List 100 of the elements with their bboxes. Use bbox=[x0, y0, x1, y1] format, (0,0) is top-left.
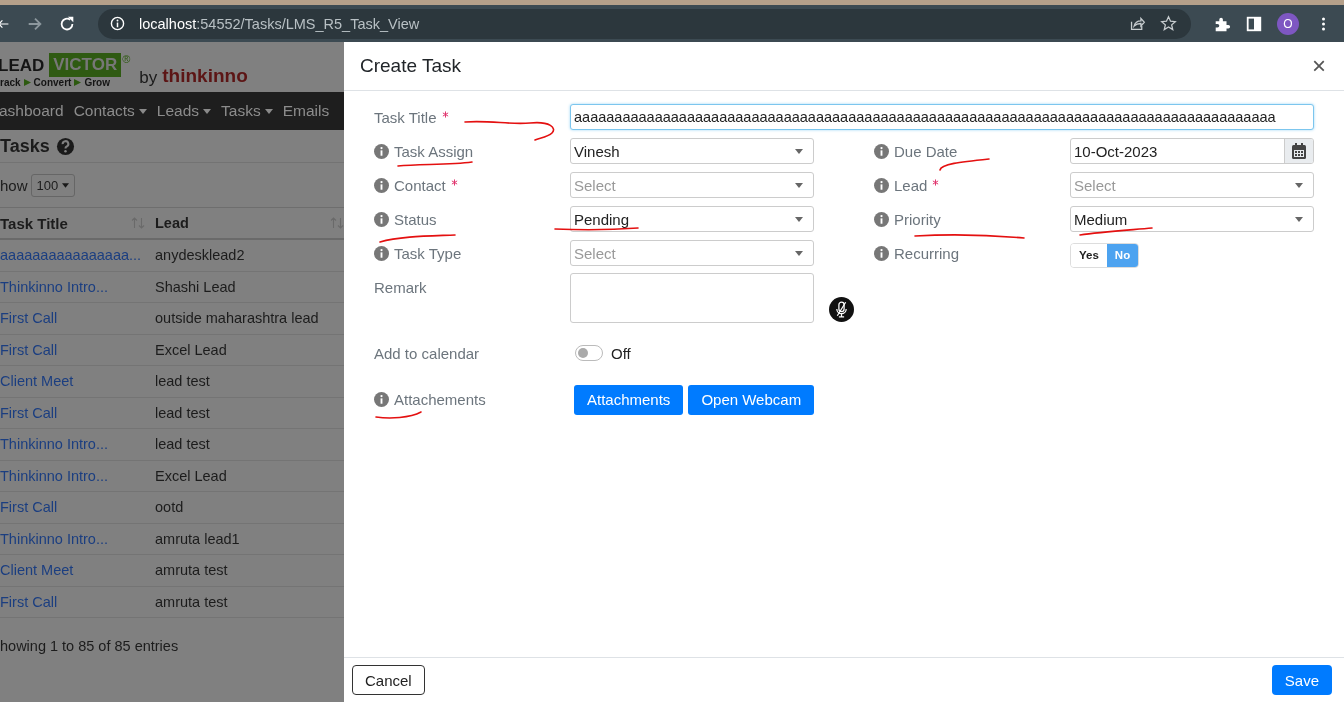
caret-icon bbox=[795, 148, 803, 154]
registered-mark: ® bbox=[122, 53, 131, 65]
brand-name: thinkinno bbox=[162, 65, 248, 87]
task-title-link[interactable]: aaaaaaaaaaaaaaaa... bbox=[0, 247, 142, 264]
table-cell: outside maharashtra lead bbox=[155, 310, 319, 327]
field-label: Lead bbox=[894, 176, 928, 194]
task-title-input[interactable]: aaaaaaaaaaaaaaaaaaaaaaaaaaaaaaaaaaaaaaaaaaaaaaaaaaaaaaaaaaaaaaaaaaaaaaaaaaaaaaaaaaaaaaa bbox=[570, 104, 1314, 130]
calendar-icon[interactable] bbox=[1292, 143, 1306, 159]
entries-info: howing 1 to 85 of 85 entries bbox=[0, 638, 180, 654]
task-title-link[interactable]: Client Meet bbox=[0, 373, 74, 390]
toggle-option[interactable]: No bbox=[1106, 243, 1139, 267]
nav-item[interactable]: Tasks bbox=[221, 102, 273, 120]
select-field[interactable]: Pending bbox=[570, 206, 814, 232]
required-icon bbox=[450, 179, 458, 186]
select-field[interactable]: Select bbox=[570, 172, 814, 198]
nav-item[interactable]: Emails bbox=[282, 102, 330, 120]
play-icon bbox=[23, 79, 31, 86]
date-field[interactable]: 10-Oct-2023 bbox=[1070, 138, 1314, 164]
field-label: Priority bbox=[894, 210, 941, 228]
column-header[interactable]: Lead bbox=[155, 215, 189, 231]
task-title-link[interactable]: Thinkinno Intro... bbox=[0, 530, 108, 547]
tagline-word: rack bbox=[0, 77, 21, 88]
reload-icon[interactable] bbox=[58, 14, 76, 33]
task-title-link[interactable]: Thinkinno Intro... bbox=[0, 278, 108, 295]
switch-state: Off bbox=[611, 344, 631, 362]
nav-item[interactable]: Contacts bbox=[73, 102, 147, 120]
table-cell: amruta lead1 bbox=[155, 530, 240, 547]
close-button[interactable]: × bbox=[1312, 52, 1326, 80]
select-field[interactable]: Select bbox=[570, 240, 814, 266]
table-cell: lead test bbox=[155, 436, 210, 453]
caret-icon bbox=[1295, 182, 1303, 188]
table-cell: ootd bbox=[155, 499, 184, 516]
caret-icon bbox=[795, 250, 803, 256]
table-cell: Shashi Lead bbox=[155, 278, 236, 295]
column-header[interactable]: Task Title bbox=[0, 214, 68, 232]
by-text: by bbox=[139, 68, 158, 88]
tagline-word: Grow bbox=[84, 77, 110, 88]
mic-off-icon[interactable] bbox=[829, 297, 854, 322]
required-icon bbox=[441, 111, 449, 118]
nav-item[interactable]: Leads bbox=[156, 102, 212, 120]
logo-badge: VICTOR bbox=[49, 53, 122, 77]
task-title-link[interactable]: Thinkinno Intro... bbox=[0, 467, 108, 484]
profile-avatar[interactable]: O bbox=[1277, 12, 1299, 35]
select-field[interactable]: Vinesh bbox=[570, 138, 814, 164]
share-icon[interactable] bbox=[1129, 15, 1146, 32]
task-title-link[interactable]: First Call bbox=[0, 310, 58, 327]
caret-icon bbox=[264, 108, 273, 114]
task-title-link[interactable]: Client Meet bbox=[0, 562, 74, 579]
select-field[interactable]: Select bbox=[1070, 172, 1314, 198]
url-text: localhost:54552/Tasks/LMS_R5_Task_View bbox=[139, 15, 420, 32]
table-cell: anydesklead2 bbox=[155, 247, 245, 264]
cancel-button[interactable]: Cancel bbox=[352, 665, 425, 695]
caret-icon bbox=[795, 216, 803, 222]
caret-icon bbox=[62, 182, 70, 188]
star-icon[interactable] bbox=[1160, 15, 1177, 32]
table-cell: amruta test bbox=[155, 593, 228, 610]
caret-icon bbox=[1295, 216, 1303, 222]
table-cell: lead test bbox=[155, 404, 210, 421]
play-icon bbox=[74, 79, 82, 86]
toggle-switch[interactable] bbox=[575, 345, 603, 361]
logo-word: LEAD bbox=[0, 55, 45, 76]
page-title: Tasks bbox=[0, 135, 50, 157]
field-label: Attachements bbox=[394, 391, 486, 408]
field-label: Add to calendar bbox=[374, 344, 480, 362]
save-button[interactable]: Save bbox=[1271, 665, 1332, 695]
field-label: Contact bbox=[394, 176, 446, 194]
side-panel-icon[interactable] bbox=[1245, 14, 1263, 33]
help-icon[interactable] bbox=[55, 136, 75, 156]
caret-icon bbox=[795, 182, 803, 188]
tagline-word: Convert bbox=[33, 77, 72, 88]
action-button[interactable]: Open Webcam bbox=[688, 384, 815, 415]
select-field[interactable]: Medium bbox=[1070, 206, 1314, 232]
action-button[interactable]: Attachments bbox=[574, 384, 684, 415]
task-title-link[interactable]: First Call bbox=[0, 341, 58, 358]
field-label: Recurring bbox=[894, 244, 960, 262]
annotation-stroke bbox=[375, 411, 422, 419]
address-bar[interactable]: localhost:54552/Tasks/LMS_R5_Task_View bbox=[98, 8, 1191, 39]
caret-icon bbox=[203, 108, 212, 114]
required-icon bbox=[932, 179, 940, 186]
field-label: Remark bbox=[374, 279, 427, 296]
caret-icon bbox=[138, 108, 147, 114]
table-cell: Excel Lead bbox=[155, 467, 227, 484]
show-label: how bbox=[0, 176, 28, 194]
table-cell: amruta test bbox=[155, 562, 228, 579]
annotation-stroke bbox=[939, 158, 990, 171]
field-label: Task Type bbox=[394, 244, 462, 262]
table-cell: lead test bbox=[155, 373, 210, 390]
task-title-link[interactable]: First Call bbox=[0, 404, 58, 421]
page-size-select[interactable]: 100 bbox=[30, 173, 76, 197]
field-label: Due Date bbox=[894, 142, 958, 160]
table-cell: Excel Lead bbox=[155, 341, 227, 358]
task-title-link[interactable]: First Call bbox=[0, 499, 58, 516]
field-label: Status bbox=[394, 210, 437, 228]
task-title-link[interactable]: First Call bbox=[0, 593, 58, 610]
field-label: Task Assign bbox=[394, 142, 474, 160]
nav-item[interactable]: ashboard bbox=[0, 102, 64, 120]
info-icon[interactable] bbox=[110, 16, 125, 31]
task-title-link[interactable]: Thinkinno Intro... bbox=[0, 436, 108, 453]
field-label: Task Title bbox=[374, 108, 437, 126]
modal-title: Create Task bbox=[360, 55, 462, 77]
